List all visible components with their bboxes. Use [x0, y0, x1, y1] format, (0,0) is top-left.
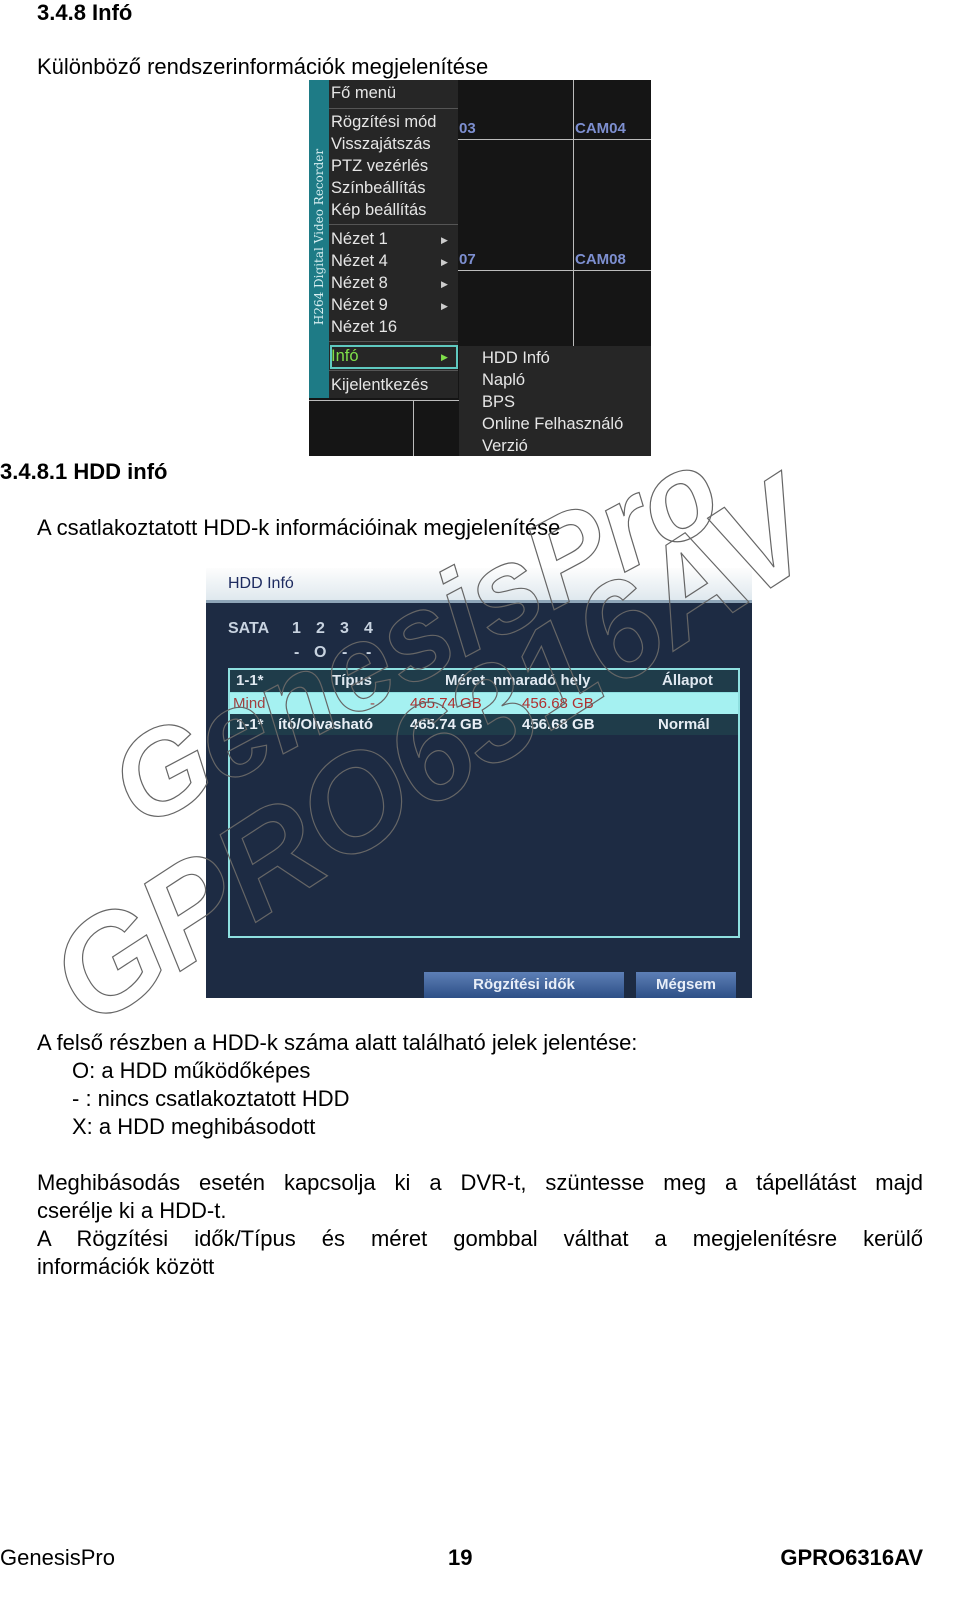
dialog-titlebar: HDD Infó: [206, 568, 752, 603]
submenu-item[interactable]: BPS: [482, 391, 515, 413]
chevron-right-icon: ▶: [441, 301, 448, 311]
sata-status: -: [342, 644, 348, 661]
menu-item-selected[interactable]: Infó: [331, 345, 359, 367]
submenu-item[interactable]: Napló: [482, 369, 525, 391]
submenu-item[interactable]: HDD Infó: [482, 347, 550, 369]
menu-title: Fő menü: [331, 84, 397, 102]
legend-item: O: a HDD működőképes: [72, 1058, 311, 1083]
sata-number: 2: [316, 620, 325, 637]
camera-label: CAM08: [575, 251, 626, 268]
sata-status: O: [314, 644, 327, 661]
camera-label: CAM04: [575, 120, 626, 137]
footer-left: GenesisPro: [0, 1545, 115, 1570]
menu-item[interactable]: Nézet 8: [331, 272, 388, 294]
submenu-item[interactable]: Online Felhasználó: [482, 413, 623, 435]
camera-label: 03: [459, 120, 476, 137]
menu-item[interactable]: Nézet 16: [331, 316, 397, 338]
hdd-info-dialog-screenshot: HDD Infó SATA 1 2 3 4 - O - - 1-1* Típus…: [206, 568, 752, 998]
submenu-item[interactable]: Verzió: [482, 435, 528, 456]
subsection-heading: 3.4.8.1 HDD infó: [0, 459, 168, 484]
document-page: 3.4.8 Infó Különböző rendszerinformációk…: [0, 0, 960, 1624]
cancel-button[interactable]: Mégsem: [636, 972, 736, 998]
sata-number: 3: [340, 620, 349, 637]
paragraph-line: Meghibásodás esetén kapcsolja ki a DVR-t…: [37, 1170, 923, 1195]
menu-item[interactable]: PTZ vezérlés: [331, 155, 428, 177]
chevron-right-icon: ▶: [441, 257, 448, 267]
menu-item[interactable]: Színbeállítás: [331, 177, 425, 199]
paragraph-line: A Rögzítési idők/Típus és méret gombbal …: [37, 1226, 923, 1251]
footer-right: GPRO6316AV: [780, 1545, 923, 1570]
main-menu: Fő menü Rögzítési mód Visszajátszás PTZ …: [329, 80, 458, 398]
page-number: 19: [448, 1545, 473, 1570]
dvr-main-menu-screenshot: 03 CAM04 07 CAM08 H264 Digital Video Rec…: [309, 80, 651, 456]
menu-item[interactable]: Nézet 1: [331, 228, 388, 250]
legend-intro: A felső részben a HDD-k száma alatt talá…: [37, 1030, 638, 1055]
brand-sidebar: H264 Digital Video Recorder: [309, 80, 329, 398]
legend-item: X: a HDD meghibásodott: [72, 1114, 316, 1139]
table-header: 1-1* Típus Méret nmaradó hely Állapot: [230, 670, 738, 693]
legend-item: - : nincs csatlakoztatott HDD: [72, 1086, 350, 1111]
section-intro: Különböző rendszerinformációk megjelenít…: [37, 54, 489, 79]
chevron-right-icon: ▶: [441, 235, 448, 245]
hdd-table: 1-1* Típus Méret nmaradó hely Állapot Mi…: [228, 668, 740, 938]
menu-item[interactable]: Visszajátszás: [331, 133, 431, 155]
paragraph-line: információk között: [37, 1254, 215, 1279]
sata-label: SATA: [228, 620, 270, 637]
table-row[interactable]: Mind - 465.74 GB 456.68 GB: [230, 693, 738, 714]
chevron-right-icon: ▶: [441, 279, 448, 289]
sata-status: -: [366, 644, 372, 661]
sata-number: 1: [292, 620, 301, 637]
menu-item[interactable]: Nézet 4: [331, 250, 388, 272]
info-submenu: HDD Infó Napló BPS Online Felhasználó Ve…: [459, 346, 651, 456]
menu-item[interactable]: Kép beállítás: [331, 199, 426, 221]
table-row[interactable]: 1-1* ító/Olvasható 465.74 GB 456.68 GB N…: [230, 714, 738, 735]
chevron-right-icon: ▶: [441, 352, 448, 362]
sata-status: -: [294, 644, 300, 661]
record-times-button[interactable]: Rögzítési idők: [424, 972, 624, 998]
menu-item[interactable]: Kijelentkezés: [331, 374, 428, 396]
menu-item[interactable]: Nézet 9: [331, 294, 388, 316]
sata-number: 4: [364, 620, 373, 637]
menu-item[interactable]: Rögzítési mód: [331, 111, 436, 133]
camera-label: 07: [459, 251, 476, 268]
subsection-intro: A csatlakoztatott HDD-k információinak m…: [37, 515, 561, 540]
section-heading: 3.4.8 Infó: [37, 0, 133, 25]
paragraph-line: cserélje ki a HDD-t.: [37, 1198, 227, 1223]
